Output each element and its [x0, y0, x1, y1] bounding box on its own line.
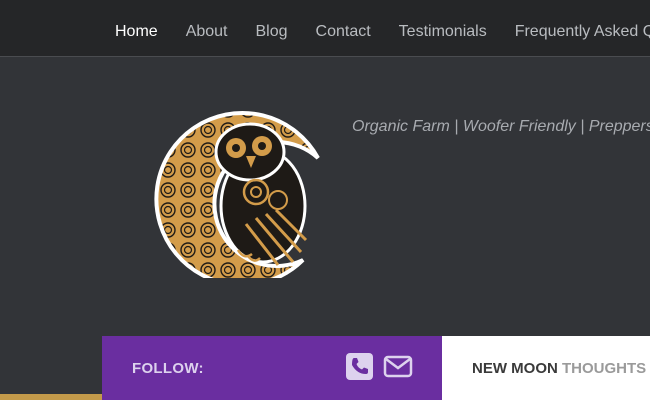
- nav-item-home[interactable]: Home: [115, 0, 158, 56]
- nav-item-blog[interactable]: Blog: [256, 0, 288, 56]
- title-light: THOUGHTS: [562, 360, 647, 377]
- phone-icon[interactable]: [346, 353, 373, 385]
- follow-label: FOLLOW:: [132, 360, 204, 377]
- new-moon-thoughts-title: NEW MOON THOUGHTS: [472, 360, 646, 377]
- follow-bar: FOLLOW:: [102, 336, 442, 400]
- nav-item-testimonials[interactable]: Testimonials: [399, 0, 487, 56]
- new-moon-thoughts-panel: NEW MOON THOUGHTS: [442, 336, 650, 400]
- nav-item-about[interactable]: About: [186, 0, 228, 56]
- nav-item-faq[interactable]: Frequently Asked Q: [515, 0, 650, 56]
- main-nav: Home About Blog Contact Testimonials Frequent…: [115, 0, 650, 56]
- top-navigation-bar: Home About Blog Contact Testimonials Frequent…: [0, 0, 650, 57]
- nav-item-contact[interactable]: Contact: [316, 0, 371, 56]
- site-logo[interactable]: [138, 100, 328, 287]
- gold-accent-strip: [0, 394, 102, 400]
- envelope-icon[interactable]: [383, 353, 413, 385]
- title-bold: NEW MOON: [472, 360, 558, 377]
- owl-moon-logo-graphic: [154, 110, 320, 287]
- site-tagline: Organic Farm | Woofer Friendly | Prepper…: [352, 118, 650, 135]
